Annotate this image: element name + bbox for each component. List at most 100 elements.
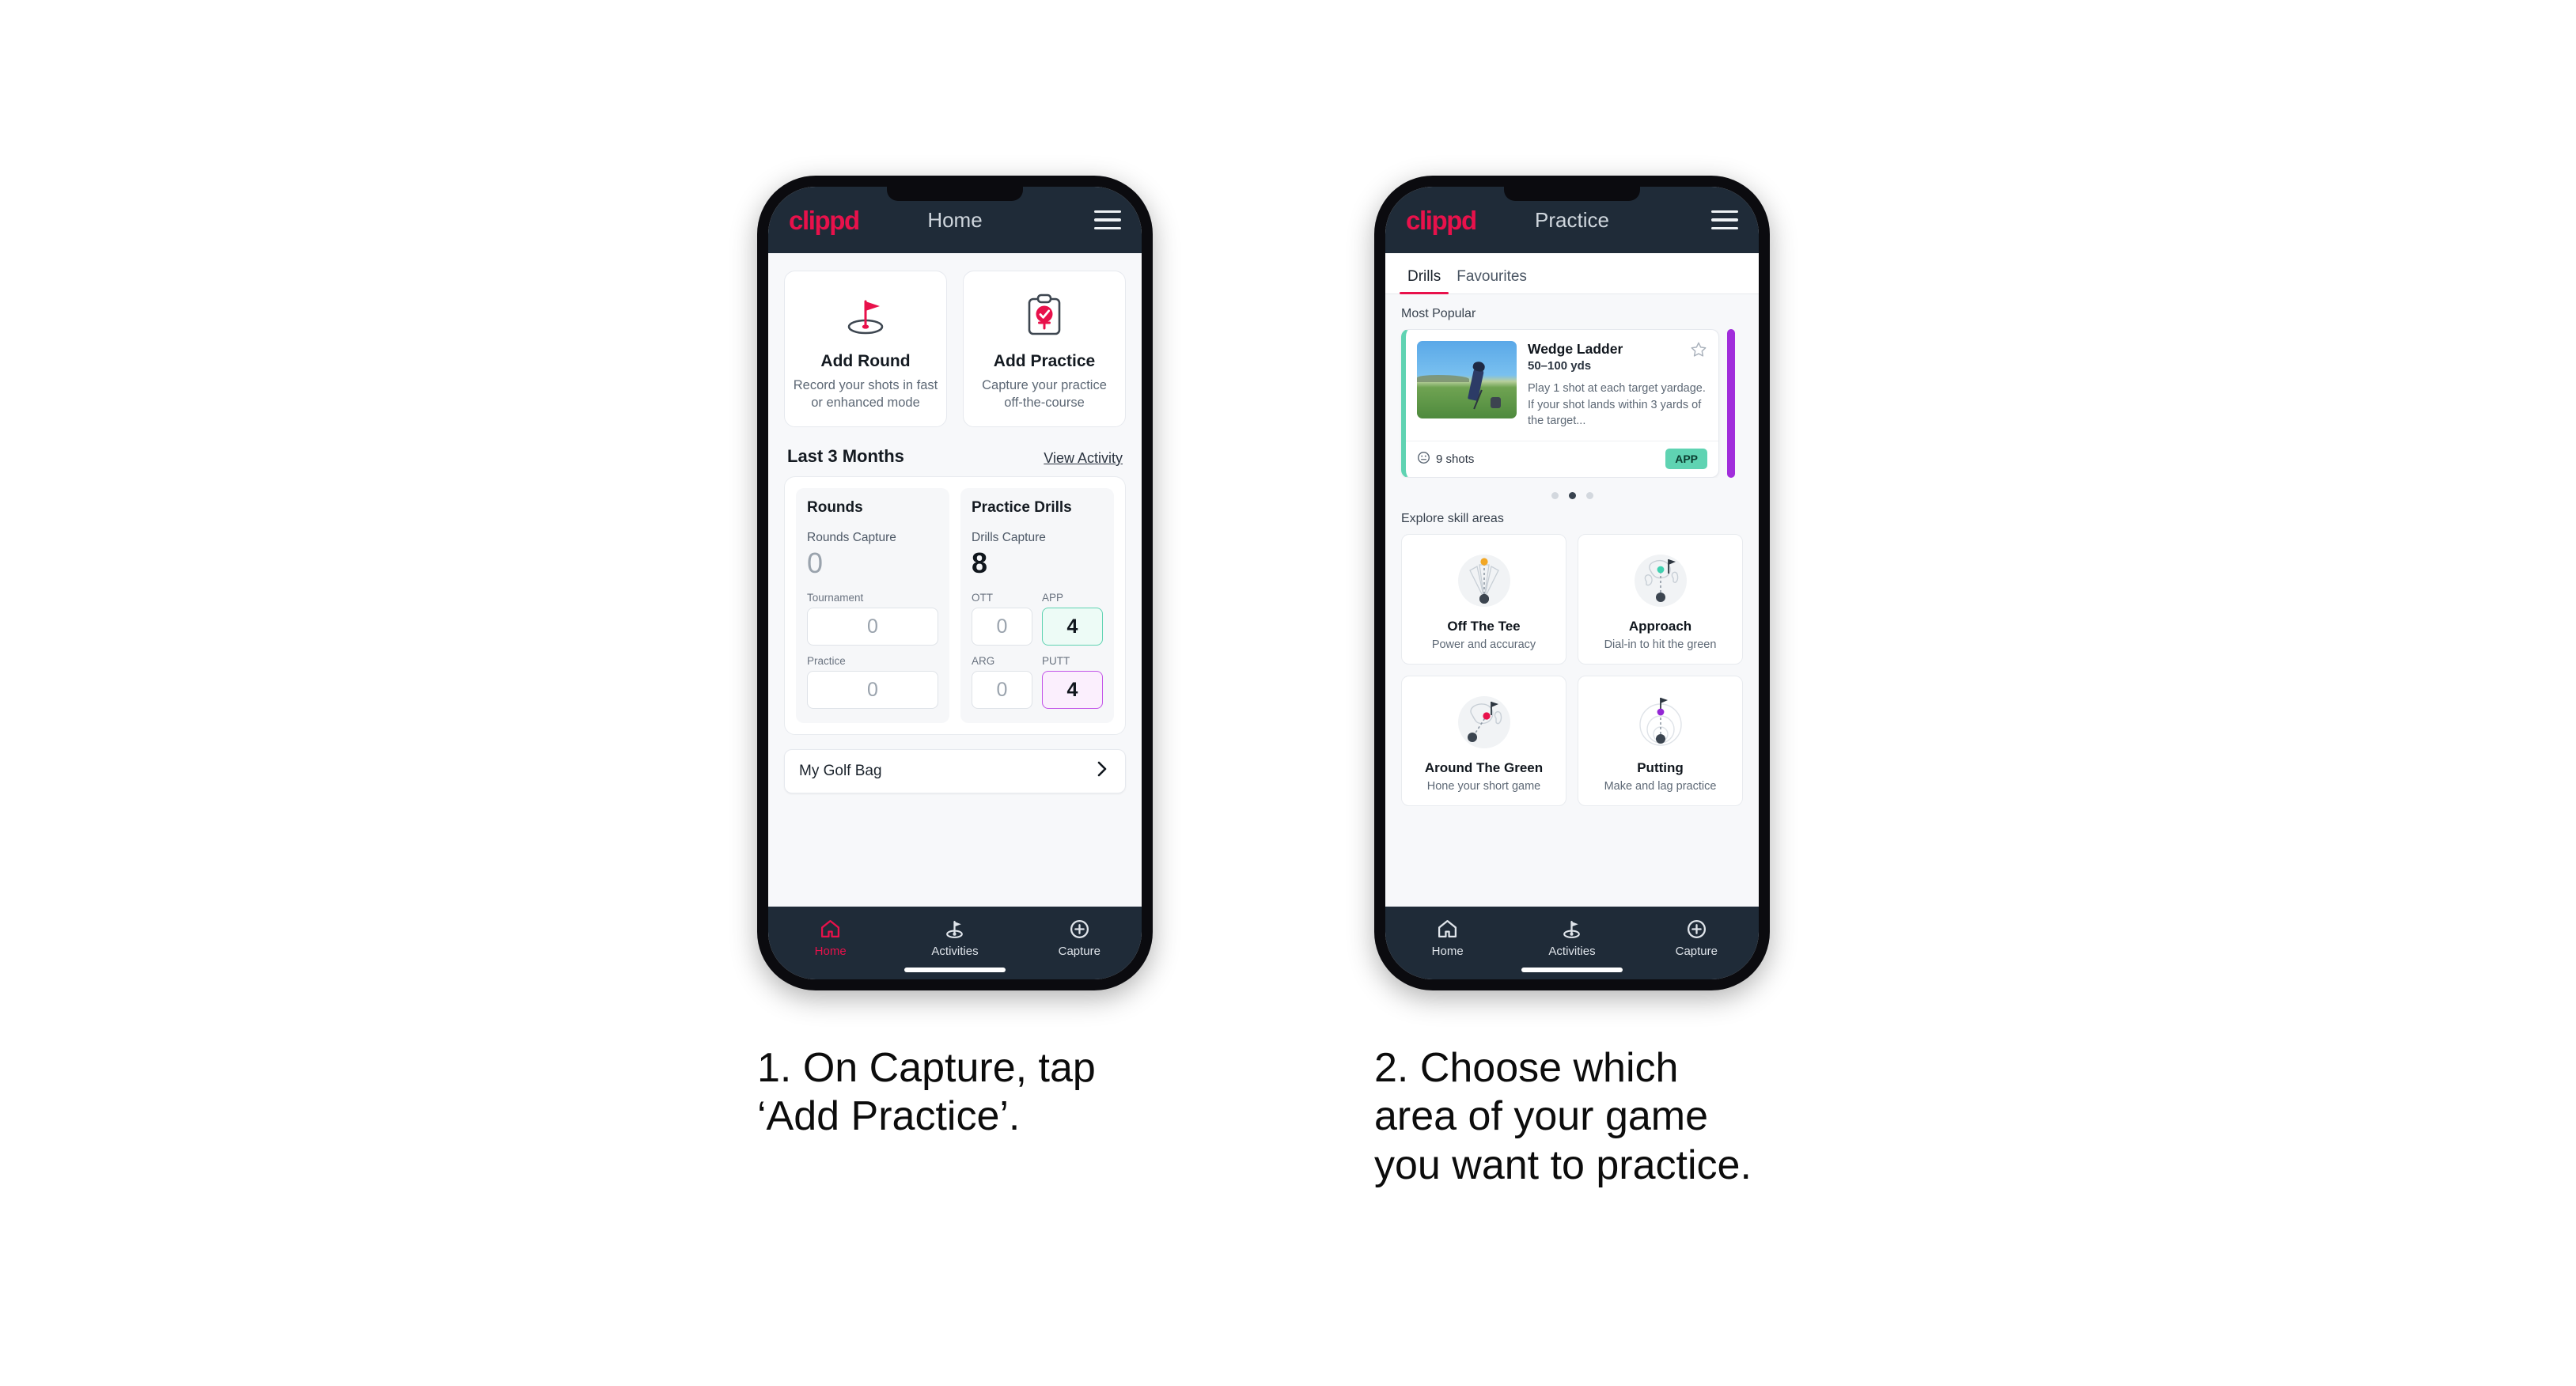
phone2-screen: clippd Practice Drills Favourites Most P… (1385, 187, 1759, 979)
phone-mockup-practice: clippd Practice Drills Favourites Most P… (1374, 176, 1770, 990)
add-practice-card[interactable]: Add Practice Capture your practice off-t… (963, 271, 1126, 427)
practice-value[interactable]: 0 (807, 671, 938, 710)
next-drill-card-peek[interactable] (1727, 329, 1735, 478)
hamburger-menu-icon[interactable] (1711, 210, 1738, 229)
skill-subtitle: Dial-in to hit the green (1604, 638, 1717, 651)
putt-stat: PUTT 4 (1042, 655, 1103, 710)
green-approach-icon (1585, 546, 1736, 615)
rounds-stat-column: Rounds Rounds Capture 0 Tournament 0 Pra… (796, 487, 949, 724)
tab-drills[interactable]: Drills (1400, 268, 1449, 294)
nav-capture-label: Capture (1675, 945, 1718, 958)
clippd-logo: clippd (1406, 205, 1477, 235)
golf-flag-icon (892, 916, 1017, 941)
stats-panel: Rounds Rounds Capture 0 Tournament 0 Pra… (784, 475, 1126, 736)
tournament-value[interactable]: 0 (807, 608, 938, 646)
tournament-stat: Tournament 0 (807, 592, 938, 646)
ott-value[interactable]: 0 (972, 608, 1032, 646)
caption-step-1: 1. On Capture, tap ‘Add Practice’. (757, 1045, 1096, 1140)
skill-subtitle: Power and accuracy (1431, 638, 1536, 651)
chip-to-green-icon (1408, 687, 1559, 757)
tab-favourites[interactable]: Favourites (1449, 268, 1535, 293)
skill-name: Putting (1637, 759, 1684, 775)
ott-label: OTT (972, 592, 993, 604)
phone2-bottom-nav: Home Activities Capture (1385, 907, 1759, 979)
star-outline-icon[interactable] (1690, 341, 1707, 362)
putt-value[interactable]: 4 (1042, 671, 1103, 710)
drill-yardage: 50–100 yds (1528, 359, 1592, 373)
skill-name: Around The Green (1424, 759, 1544, 775)
clippd-logo: clippd (789, 205, 860, 235)
skill-areas-grid: Off The Tee Power and accuracy Approach … (1385, 533, 1759, 806)
skill-subtitle: Make and lag practice (1604, 779, 1717, 793)
my-golf-bag-row[interactable]: My Golf Bag (784, 749, 1126, 794)
tournament-label: Tournament (807, 592, 864, 604)
skill-card-approach[interactable]: Approach Dial-in to hit the green (1578, 533, 1743, 665)
chevron-right-icon (1093, 760, 1111, 782)
practice-label: Practice (807, 655, 846, 668)
drills-capture-value: 8 (972, 546, 988, 579)
nav-home-label: Home (1431, 945, 1464, 958)
skill-card-off-the-tee[interactable]: Off The Tee Power and accuracy (1401, 533, 1566, 665)
add-practice-title: Add Practice (993, 352, 1096, 370)
rounds-capture-value: 0 (807, 546, 824, 579)
drills-stat-column: Practice Drills Drills Capture 8 OTT 0 A… (960, 487, 1114, 724)
arg-stat: ARG 0 (972, 655, 1032, 710)
plus-circle-icon (1017, 916, 1142, 941)
drills-heading: Practice Drills (972, 498, 1072, 516)
app-value[interactable]: 4 (1042, 608, 1103, 646)
clipboard-check-tee-icon (972, 287, 1117, 344)
drill-carousel[interactable]: Wedge Ladder 50–100 yds Play 1 shot at e… (1385, 329, 1759, 478)
home-indicator (904, 968, 1006, 972)
drill-description: Play 1 shot at each target yardage. If y… (1528, 382, 1706, 428)
skill-card-around-the-green[interactable]: Around The Green Hone your short game (1401, 675, 1566, 806)
drill-category-badge: APP (1665, 449, 1707, 470)
practice-tabs: Drills Favourites (1385, 253, 1759, 294)
last-3-months-header: Last 3 Months View Activity (768, 427, 1142, 476)
section-title: Last 3 Months (787, 445, 904, 466)
nav-activities[interactable]: Activities (892, 916, 1017, 958)
carousel-dot[interactable] (1551, 491, 1559, 499)
home-icon (768, 916, 892, 941)
nav-home[interactable]: Home (768, 916, 892, 958)
drill-thumbnail (1417, 341, 1517, 418)
phone1-bottom-nav: Home Activities Capture (768, 907, 1142, 979)
home-icon (1385, 916, 1510, 941)
explore-skill-areas-label: Explore skill areas (1401, 511, 1504, 525)
nav-activities-label: Activities (931, 945, 979, 958)
practice-stat: Practice 0 (807, 655, 938, 710)
nav-activities[interactable]: Activities (1510, 916, 1634, 958)
carousel-dot-active[interactable] (1568, 491, 1576, 499)
drill-shots-label: 9 shots (1436, 452, 1475, 466)
phone-notch (1504, 187, 1640, 201)
arg-label: ARG (972, 655, 995, 668)
add-round-card[interactable]: Add Round Record your shots in fast or e… (784, 271, 947, 427)
nav-home-label: Home (814, 945, 847, 958)
arg-value[interactable]: 0 (972, 671, 1032, 710)
putt-label: PUTT (1042, 655, 1070, 668)
skill-card-putting[interactable]: Putting Make and lag practice (1578, 675, 1743, 806)
rounds-capture-label: Rounds Capture (807, 530, 896, 544)
drills-capture-label: Drills Capture (972, 530, 1046, 544)
plus-circle-icon (1635, 916, 1759, 941)
nav-activities-label: Activities (1548, 945, 1596, 958)
nav-capture[interactable]: Capture (1635, 916, 1759, 958)
home-indicator (1521, 968, 1623, 972)
skill-name: Approach (1628, 618, 1692, 634)
phone-notch (887, 187, 1023, 201)
most-popular-label: Most Popular (1401, 307, 1476, 320)
putting-rings-icon (1585, 687, 1736, 757)
skill-name: Off The Tee (1447, 618, 1521, 634)
nav-capture-label: Capture (1058, 945, 1100, 958)
carousel-dot[interactable] (1585, 491, 1593, 499)
view-activity-link[interactable]: View Activity (1044, 450, 1123, 467)
phone2-content: Most Popular Wedge Ladder 50–100 yds Pla… (1385, 294, 1759, 907)
nav-home[interactable]: Home (1385, 916, 1510, 958)
skill-subtitle: Hone your short game (1426, 779, 1541, 793)
phone1-content: Add Round Record your shots in fast or e… (768, 253, 1142, 907)
drill-card[interactable]: Wedge Ladder 50–100 yds Play 1 shot at e… (1401, 329, 1719, 478)
nav-capture[interactable]: Capture (1017, 916, 1142, 958)
phone1-screen: clippd Home Add Round Record your shots … (768, 187, 1142, 979)
my-golf-bag-label: My Golf Bag (799, 763, 882, 780)
add-practice-subtitle: Capture your practice off-the-course (982, 378, 1107, 410)
hamburger-menu-icon[interactable] (1094, 210, 1121, 229)
